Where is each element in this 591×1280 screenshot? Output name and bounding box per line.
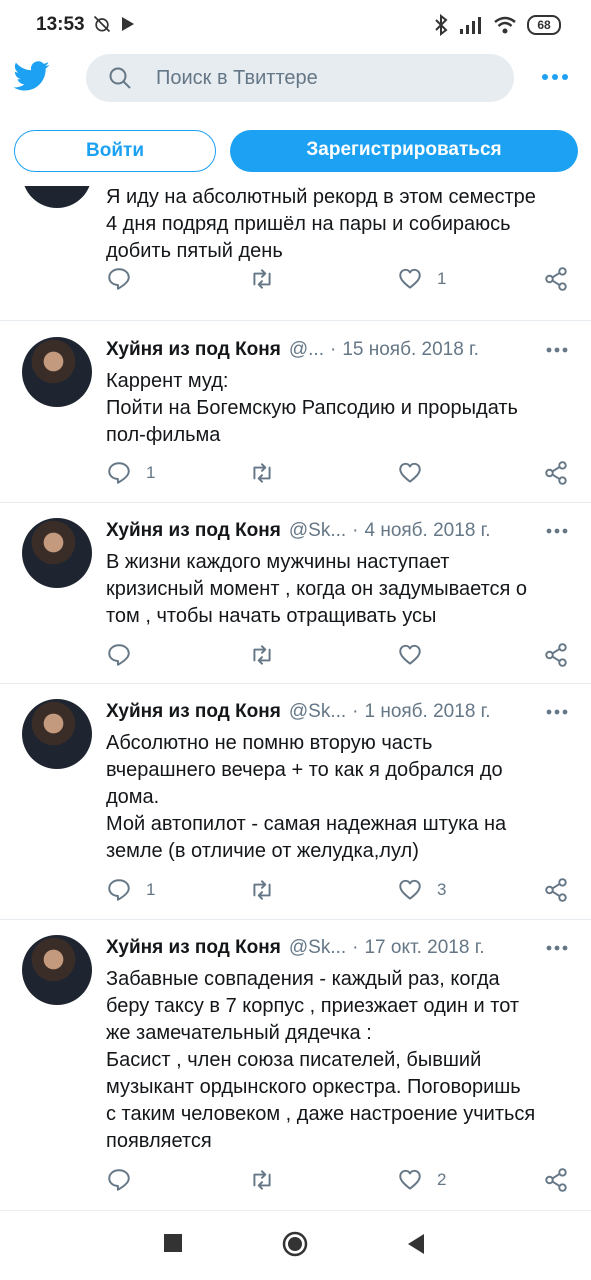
like-button[interactable]: 3 [397,877,446,903]
status-time: 13:53 [36,14,85,35]
wifi-icon [494,16,516,34]
share-icon [545,643,567,667]
reply-button[interactable] [106,642,146,668]
avatar[interactable] [22,518,92,588]
tweet[interactable]: Хуйня из под Коня @Sk... · 17 окт. 2018 … [0,920,591,1210]
share-icon [545,1168,567,1192]
more-options-icon[interactable] [540,70,570,84]
author-handle[interactable]: @Sk... [289,520,346,542]
tweet-date[interactable]: 17 окт. 2018 г. [364,937,484,959]
signup-button[interactable]: Зарегистрироваться [230,130,578,172]
status-bar: 13:53 68 [0,0,591,52]
login-button[interactable]: Войти [14,130,216,172]
reply-icon [108,268,130,290]
reply-icon [108,1169,130,1191]
tweet-more-icon[interactable] [545,345,569,355]
home-icon[interactable] [282,1231,308,1257]
author-name[interactable]: Хуйня из под Коня [106,520,281,542]
tweet-text: Каррент муд: Пойти на Богемскую Рапсодию… [106,370,518,446]
share-button[interactable] [543,266,569,292]
tweet[interactable]: Я иду на абсолютный рекорд в этом семест… [0,186,591,321]
share-button[interactable] [543,460,569,486]
like-button[interactable] [397,642,437,668]
share-icon [545,878,567,902]
tweet-date[interactable]: 1 нояб. 2018 г. [364,701,490,723]
alarm-off-icon [93,15,111,33]
tweet[interactable]: Хуйня из под Коня @... · 15 нояб. 2018 г… [0,321,591,503]
like-button[interactable]: 2 [397,1167,446,1193]
avatar[interactable] [22,337,92,407]
retweet-icon [253,269,271,289]
avatar[interactable] [22,699,92,769]
author-handle[interactable]: @... [289,339,324,361]
bluetooth-icon [435,14,448,36]
tweet-more-icon[interactable] [545,943,569,953]
avatar[interactable] [22,186,92,208]
tweet[interactable]: Хуйня из под Коня @Sk... · 1 нояб. 2018 … [0,684,591,920]
tweet-text: Абсолютно не помню вторую часть вчерашне… [106,732,507,862]
tweet-feed: Я иду на абсолютный рекорд в этом семест… [0,186,591,1210]
reply-button[interactable]: 1 [106,877,155,903]
battery-indicator: 68 [527,15,561,35]
signal-icon [460,17,481,34]
author-name[interactable]: Хуйня из под Коня [106,701,281,723]
back-icon[interactable] [406,1233,426,1255]
heart-icon [399,879,421,900]
tweet-date[interactable]: 4 нояб. 2018 г. [364,520,490,542]
retweet-button[interactable] [249,877,275,903]
share-icon [545,461,567,485]
tweet-text: Я иду на абсолютный рекорд в этом семест… [106,186,536,262]
tweet-more-icon[interactable] [545,707,569,717]
reply-button[interactable]: 1 [106,460,155,486]
share-button[interactable] [543,1167,569,1193]
reply-icon [108,462,130,484]
tweet-more-icon[interactable] [545,526,569,536]
share-icon [545,267,567,291]
retweet-icon [253,1170,271,1190]
retweet-icon [253,645,271,665]
heart-icon [399,268,421,289]
tweet[interactable]: Хуйня из под Коня @Sk... · 4 нояб. 2018 … [0,503,591,684]
tweet-date[interactable]: 15 нояб. 2018 г. [342,339,479,361]
reply-icon [108,644,130,666]
search-icon [109,67,131,89]
heart-icon [399,462,421,483]
avatar[interactable] [22,935,92,1005]
retweet-button[interactable] [249,460,275,486]
top-bar: Поиск в Твиттере [0,52,591,110]
author-name[interactable]: Хуйня из под Коня [106,937,281,959]
author-handle[interactable]: @Sk... [289,937,346,959]
like-button[interactable]: 1 [397,266,446,292]
share-button[interactable] [543,642,569,668]
reply-button[interactable] [106,1167,146,1193]
retweet-button[interactable] [249,642,275,668]
retweet-button[interactable] [249,266,275,292]
twitter-logo-icon[interactable] [14,58,50,94]
author-handle[interactable]: @Sk... [289,701,346,723]
heart-icon [399,644,421,665]
tweet-text: В жизни каждого мужчины наступает кризис… [106,551,528,627]
retweet-icon [253,463,271,483]
reply-icon [108,879,130,901]
heart-icon [399,1169,421,1190]
author-name[interactable]: Хуйня из под Коня [106,339,281,361]
search-input[interactable]: Поиск в Твиттере [86,54,514,102]
system-nav-bar [0,1210,591,1280]
like-button[interactable] [397,460,437,486]
recents-icon[interactable] [163,1233,183,1253]
tweet-text: Забавные совпадения - каждый раз, когда … [106,968,536,1152]
play-icon [122,17,134,31]
retweet-icon [253,880,271,900]
reply-button[interactable] [106,266,146,292]
retweet-button[interactable] [249,1167,275,1193]
search-placeholder: Поиск в Твиттере [156,67,318,89]
share-button[interactable] [543,877,569,903]
